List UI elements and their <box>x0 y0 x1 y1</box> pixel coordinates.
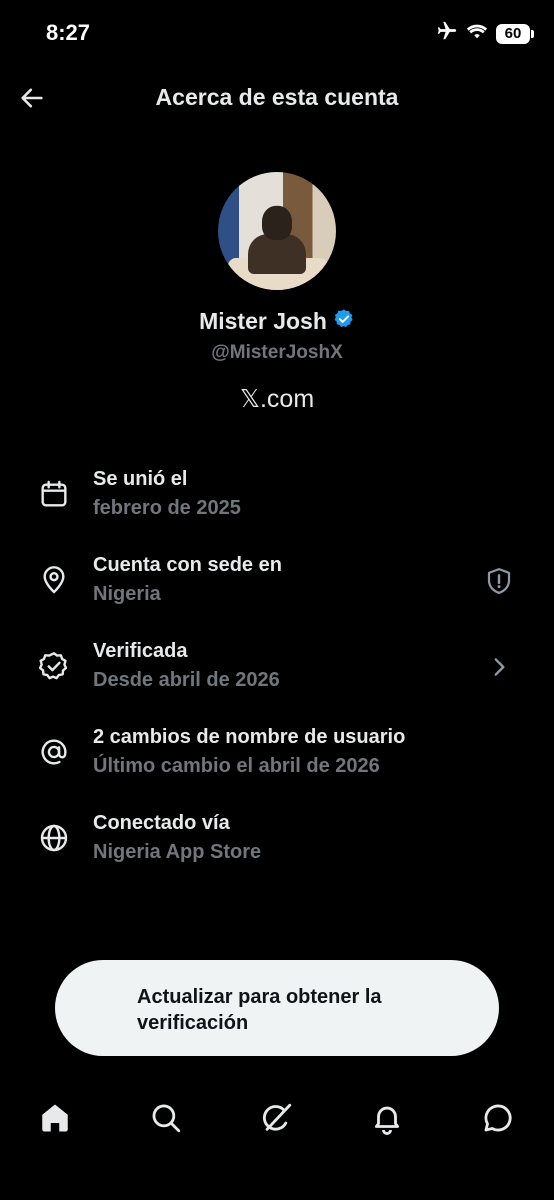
status-time: 8:27 <box>46 20 91 45</box>
account-info-list: Se unió el febrero de 2025 Cuenta con se… <box>0 462 554 892</box>
nav-grok[interactable] <box>257 1098 297 1138</box>
home-icon <box>42 1104 68 1132</box>
bottom-nav <box>0 1088 554 1148</box>
airplane-mode-icon <box>436 20 458 47</box>
shield-alert-button[interactable] <box>484 566 514 596</box>
calendar-icon <box>41 480 67 507</box>
info-value: febrero de 2025 <box>93 497 241 519</box>
grok-icon <box>262 1103 292 1131</box>
info-value: Desde abril de 2026 <box>93 669 280 691</box>
info-row-verified[interactable]: Verificada Desde abril de 2026 <box>0 634 554 720</box>
info-title: 2 cambios de nombre de usuario <box>93 726 406 748</box>
display-name: Mister Josh <box>199 308 327 334</box>
battery-indicator: 60 <box>496 23 534 44</box>
verified-badge-icon <box>333 308 355 335</box>
display-name-row: Mister Josh <box>0 308 554 335</box>
messages-icon <box>484 1104 512 1132</box>
at-sign-icon <box>41 739 67 765</box>
status-icons: 60 <box>436 20 534 47</box>
search-icon <box>152 1104 181 1133</box>
username-handle: @MisterJoshX <box>211 342 343 363</box>
info-value: Nigeria App Store <box>93 841 262 863</box>
upgrade-button-label: Actualizar para obtener la verificación <box>137 986 382 1034</box>
info-value: Nigeria <box>93 583 161 605</box>
info-title: Cuenta con sede en <box>93 554 282 576</box>
nav-home[interactable] <box>35 1098 75 1138</box>
avatar[interactable] <box>218 172 336 290</box>
info-value: Último cambio el abril de 2026 <box>93 755 380 777</box>
page-title: Acerca de esta cuenta <box>155 84 399 110</box>
nav-messages[interactable] <box>478 1098 518 1138</box>
info-title: Se unió el <box>93 468 188 490</box>
nav-search[interactable] <box>146 1098 186 1138</box>
info-row-location: Cuenta con sede en Nigeria <box>0 548 554 634</box>
location-pin-icon <box>43 566 65 594</box>
top-bar: Acerca de esta cuenta <box>0 74 554 122</box>
info-title: Verificada <box>93 640 188 662</box>
status-bar: 8:27 60 <box>0 0 554 66</box>
platform-label: 𝕏.com <box>239 385 315 413</box>
upgrade-verification-button[interactable]: Actualizar para obtener la verificación <box>55 960 499 1056</box>
globe-icon <box>40 824 68 852</box>
info-row-joined: Se unió el febrero de 2025 <box>0 462 554 548</box>
info-row-connected-via: Conectado vía Nigeria App Store <box>0 806 554 892</box>
wifi-icon <box>466 21 488 46</box>
notifications-icon <box>374 1106 400 1135</box>
verified-badge-icon <box>38 652 68 680</box>
shield-alert-icon <box>487 568 511 594</box>
chevron-right-icon <box>494 658 505 676</box>
chevron-right-button[interactable] <box>484 652 514 682</box>
nav-notifications[interactable] <box>367 1098 407 1138</box>
info-title: Conectado vía <box>93 812 230 834</box>
info-row-username-changes: 2 cambios de nombre de usuario Último ca… <box>0 720 554 806</box>
